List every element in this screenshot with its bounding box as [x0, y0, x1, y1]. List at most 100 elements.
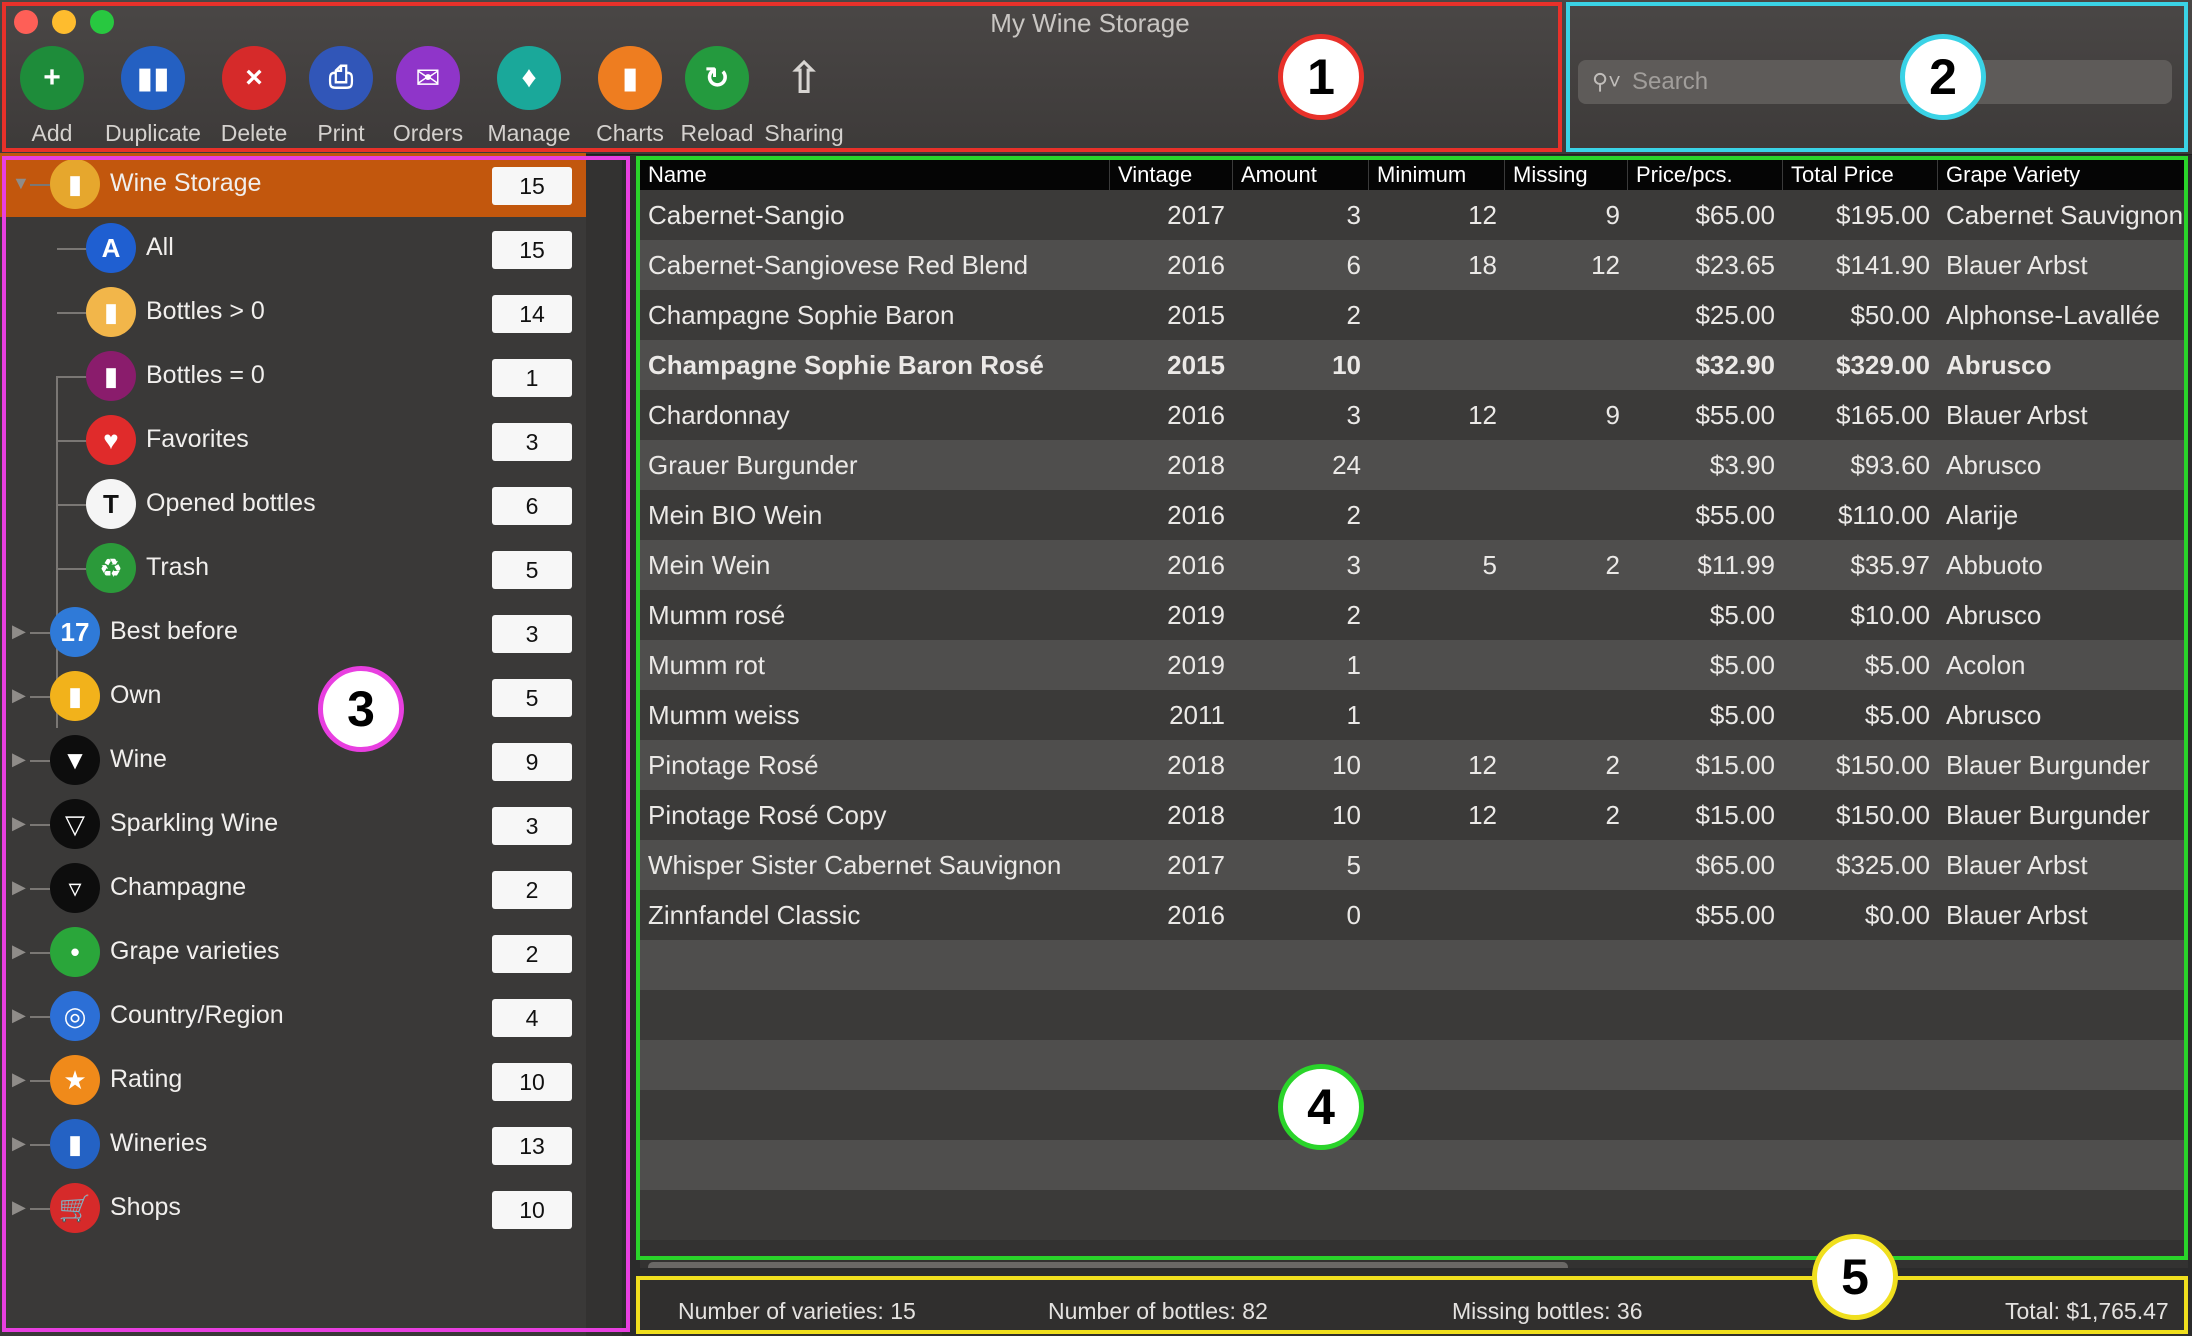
disclosure-triangle-icon[interactable]: ▶ [12, 1197, 26, 1218]
table-row[interactable]: Mein BIO Wein 2016 2 $55.00 $110.00 Alarije [640, 490, 2188, 540]
empty-table-row [640, 990, 2188, 1040]
count-badge: 4 [492, 999, 572, 1037]
cell-name: Mumm weiss [648, 700, 800, 730]
cell-vintage: 2019 [1167, 650, 1225, 680]
table-row[interactable]: Cabernet-Sangio 2017 3 12 9 $65.00 $195.00 Cabe… [640, 190, 2188, 240]
table-row[interactable]: Mumm weiss 2011 1 $5.00 $5.00 Abrusco [640, 690, 2188, 740]
empty-table-row [640, 940, 2188, 990]
own-bottle-icon: ▮ [50, 671, 100, 721]
toolbar-delete-button[interactable]: × Delete [212, 46, 296, 147]
sidebar-item-country-region[interactable]: ▶ ◎ Country/Region 4 [0, 985, 586, 1049]
cell-grape: Blauer Burgunder [1946, 750, 2150, 780]
horizontal-scrollbar[interactable] [648, 1262, 1568, 1268]
sidebar-item-rating[interactable]: ▶ ★ Rating 10 [0, 1049, 586, 1113]
table-header: Name Vintage Amount Minimum Missing Price/pcs… [640, 160, 2188, 190]
count-badge: 2 [492, 871, 572, 909]
sidebar-item-shops[interactable]: ▶ 🛒 Shops 10 [0, 1177, 586, 1241]
table-row[interactable]: Pinotage Rosé 2018 10 12 2 $15.00 $150.00 Blaue… [640, 740, 2188, 790]
cell-name: Chardonnay [648, 400, 790, 430]
cell-amount: 10 [1332, 750, 1361, 780]
cell-amount: 10 [1332, 800, 1361, 830]
sidebar-item-bottles-0[interactable]: ▮ Bottles > 0 14 [0, 281, 586, 345]
cell-total: $195.00 [1836, 200, 1930, 230]
table-row[interactable]: Mumm rosé 2019 2 $5.00 $10.00 Abrusco [640, 590, 2188, 640]
disclosure-triangle-icon[interactable]: ▶ [12, 685, 26, 706]
cell-vintage: 2019 [1167, 600, 1225, 630]
cell-minimum: 5 [1482, 550, 1497, 580]
sidebar-item-wine-storage[interactable]: ▼ ▮ Wine Storage 15 [0, 153, 586, 217]
column-header-price-pcs[interactable]: Price/pcs. [1628, 160, 1783, 190]
cell-total: $141.90 [1836, 250, 1930, 280]
count-badge: 2 [492, 935, 572, 973]
table-row[interactable]: Whisper Sister Cabernet Sauvignon 2017 5 $6… [640, 840, 2188, 890]
cell-missing: 12 [1591, 250, 1620, 280]
sidebar-item-champagne[interactable]: ▶ ▿ Champagne 2 [0, 857, 586, 921]
reload-grapes-icon: ↻ [685, 46, 749, 110]
cell-total: $110.00 [1837, 500, 1930, 530]
table-row[interactable]: Pinotage Rosé Copy 2018 10 12 2 $15.00 $150.00… [640, 790, 2188, 840]
column-header-amount[interactable]: Amount [1233, 160, 1369, 190]
disclosure-triangle-icon[interactable]: ▶ [12, 1133, 26, 1154]
disclosure-triangle-icon[interactable]: ▶ [12, 749, 26, 770]
column-header-total-price[interactable]: Total Price [1783, 160, 1938, 190]
sidebar-item-favorites[interactable]: ♥ Favorites 3 [0, 409, 586, 473]
sidebar-item-label: Own [110, 681, 162, 709]
cell-name: Whisper Sister Cabernet Sauvignon [648, 850, 1062, 880]
sidebar-item-best-before[interactable]: ▶ 17 Best before 3 [0, 601, 586, 665]
cell-price: $11.99 [1697, 550, 1775, 580]
column-header-vintage[interactable]: Vintage [1110, 160, 1233, 190]
sidebar-item-grape-varieties[interactable]: ▶ • Grape varieties 2 [0, 921, 586, 985]
table-row[interactable]: Grauer Burgunder 2018 24 $3.90 $93.60 Abrusco [640, 440, 2188, 490]
column-header-minimum[interactable]: Minimum [1369, 160, 1505, 190]
cell-amount: 0 [1346, 900, 1361, 930]
toolbar-manage-button[interactable]: ♦ Manage [473, 46, 585, 147]
disclosure-triangle-icon[interactable]: ▶ [12, 621, 26, 642]
table-row[interactable]: Cabernet-Sangiovese Red Blend 2016 6 18 12 $2… [640, 240, 2188, 290]
toolbar-add-button[interactable]: + Add [10, 46, 94, 147]
sidebar-item-opened-bottles[interactable]: T Opened bottles 6 [0, 473, 586, 537]
column-header-missing[interactable]: Missing [1505, 160, 1628, 190]
cell-missing [1505, 440, 1628, 490]
sidebar-item-wineries[interactable]: ▶ ▮ Wineries 13 [0, 1113, 586, 1177]
toolbar-reload-button[interactable]: ↻ Reload [675, 46, 759, 147]
count-badge: 6 [492, 487, 572, 525]
table-row[interactable]: Zinnfandel Classic 2016 0 $55.00 $0.00 Blauer… [640, 890, 2188, 940]
table-row[interactable]: Mein Wein 2016 3 5 2 $11.99 $35.97 Abbuoto [640, 540, 2188, 590]
tree-line [30, 1016, 50, 1018]
count-badge: 15 [492, 231, 572, 269]
sidebar-item-sparkling-wine[interactable]: ▶ ▽ Sparkling Wine 3 [0, 793, 586, 857]
column-header-name[interactable]: Name [640, 160, 1110, 190]
sidebar-splitter[interactable] [586, 156, 622, 1336]
tree-line [30, 1144, 50, 1146]
count-badge: 3 [492, 807, 572, 845]
disclosure-triangle-icon[interactable]: ▼ [12, 173, 30, 194]
toolbar-charts-button[interactable]: ▮ Charts [588, 46, 672, 147]
disclosure-triangle-icon[interactable]: ▶ [12, 1005, 26, 1026]
sidebar-item-wine[interactable]: ▶ ▼ Wine 9 [0, 729, 586, 793]
sidebar-item-all[interactable]: A All 15 [0, 217, 586, 281]
toolbar-duplicate-button[interactable]: ▮▮ Duplicate [97, 46, 209, 147]
table-row[interactable]: Chardonnay 2016 3 12 9 $55.00 $165.00 Blauer Ar… [640, 390, 2188, 440]
disclosure-triangle-icon[interactable]: ▶ [12, 877, 26, 898]
disclosure-triangle-icon[interactable]: ▶ [12, 941, 26, 962]
printer-icon: ⎙ [309, 46, 373, 110]
search-field[interactable]: ⚲˅ [1578, 60, 2172, 104]
status-bottles: Number of bottles: 82 [1048, 1298, 1268, 1324]
toolbar-print-button[interactable]: ⎙ Print [299, 46, 383, 147]
table-row[interactable]: Mumm rot 2019 1 $5.00 $5.00 Acolon [640, 640, 2188, 690]
disclosure-triangle-icon[interactable]: ▶ [12, 1069, 26, 1090]
toolbar-sharing-button[interactable]: ⇧ Sharing [762, 46, 846, 147]
disclosure-triangle-icon[interactable]: ▶ [12, 813, 26, 834]
cell-grape: Acolon [1946, 650, 2026, 680]
sidebar-item-bottles-0[interactable]: ▮ Bottles = 0 1 [0, 345, 586, 409]
table-row[interactable]: Champagne Sophie Baron 2015 2 $25.00 $50.00 A… [640, 290, 2188, 340]
cell-vintage: 2016 [1167, 400, 1225, 430]
sidebar-item-own[interactable]: ▶ ▮ Own 5 [0, 665, 586, 729]
table-row[interactable]: Champagne Sophie Baron Rosé 2015 10 $32.90 $… [640, 340, 2188, 390]
sidebar-item-label: Wineries [110, 1129, 208, 1157]
column-header-grape-variety[interactable]: Grape Variety [1938, 160, 2188, 190]
sidebar-item-trash[interactable]: ♻ Trash 5 [0, 537, 586, 601]
cell-grape: Blauer Burgunder [1946, 800, 2150, 830]
toolbar-orders-button[interactable]: ✉ Orders [386, 46, 470, 147]
cell-price: $3.90 [1709, 450, 1775, 480]
